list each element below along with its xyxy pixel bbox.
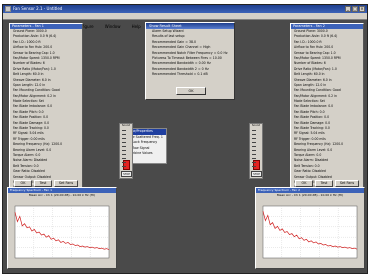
gauge-tick [122, 130, 126, 131]
right-gauge-label: Sound [251, 124, 261, 127]
gauge-tick [122, 166, 126, 167]
minimize-icon[interactable]: _ [345, 6, 351, 12]
maximize-icon[interactable]: □ [352, 6, 358, 12]
dialog-ok-button[interactable]: OK [176, 87, 206, 95]
left-button-row: OK Test Set Fans [14, 180, 78, 187]
gauge-tick [122, 142, 126, 143]
plot-area [262, 205, 358, 259]
left-parameters-panel: Parameters - Fan 1 Ground Plane: 3000.0 P… [9, 23, 83, 191]
gauge-tick [122, 154, 126, 155]
close-icon[interactable]: × [359, 6, 365, 12]
right-spectrum-chart [262, 205, 358, 259]
dialog-line: Recommended Threshold = 0.1 dB [152, 72, 208, 77]
menu-bar: File Edit View Configure Window Help [3, 13, 367, 29]
left-level-gauge: Sound STOP [119, 123, 133, 179]
right-parameter-list: Ground Plane: 3000.0 Production Aisle: 0.… [291, 29, 363, 191]
app-screen: Fan Sensor 2.1 - Untitled _ □ × File Edi… [2, 4, 368, 274]
right-set-fans-button[interactable]: Set Fans [335, 180, 359, 187]
right-ok-button[interactable]: OK [295, 180, 313, 187]
window-title: Fan Sensor 2.1 - Untitled [13, 6, 63, 11]
right-chart-caption: Mean Arc - Ch 1 (20.00 dB) - 10.00 k Hz … [276, 193, 344, 197]
gauge-tick [252, 142, 256, 143]
gauge-tick [122, 158, 126, 159]
left-spectrum-window: Frequency Spectrum - Fan 1 Mean Arc - Ch… [7, 187, 117, 269]
right-parameters-panel: Parameters - Fan 2 Ground Plane: 3000.0 P… [290, 23, 364, 191]
gauge-tick [122, 134, 126, 135]
right-level-gauge: Sound STOP [249, 123, 263, 179]
left-spectrum-chart [14, 205, 110, 259]
left-gauge-label: Sound [121, 124, 131, 127]
menu-help[interactable]: Help [132, 24, 141, 29]
title-bar: Fan Sensor 2.1 - Untitled _ □ × [3, 5, 367, 13]
right-gauge-stop-button[interactable]: STOP [251, 171, 262, 177]
menu-window[interactable]: Window [105, 24, 121, 29]
left-parameter-list: Ground Plane: 3000.0 Production Aisle: 0.… [10, 29, 82, 191]
gauge-tick [122, 146, 126, 147]
gauge-tick [252, 162, 256, 163]
gauge-tick [252, 158, 256, 159]
left-chart-caption: Mean Arc - Ch 1 (20.00 dB) - 10.00 k Hz … [28, 193, 96, 197]
app-icon [5, 6, 11, 12]
gauge-tick [252, 154, 256, 155]
left-ok-button[interactable]: OK [14, 180, 32, 187]
left-gauge-stop-button[interactable]: STOP [121, 171, 132, 177]
gauge-tick [122, 150, 126, 151]
gauge-tick [122, 138, 126, 139]
left-set-fans-button[interactable]: Set Fans [54, 180, 78, 187]
gauge-tick [252, 146, 256, 147]
result-dialog: Show Result Sheet Alarm Setup Wizard Resu… [145, 22, 235, 100]
plot-area [14, 205, 110, 259]
gauge-tick [252, 138, 256, 139]
gauge-tick [252, 150, 256, 151]
gauge-tick [252, 134, 256, 135]
gauge-tick [252, 130, 256, 131]
gauge-tick [252, 166, 256, 167]
right-button-row: OK Test Set Fans [295, 180, 359, 187]
right-spectrum-window: Frequency Spectrum - Fan 2 Mean Arc - Ch… [255, 187, 365, 269]
gauge-tick [122, 162, 126, 163]
right-test-button[interactable]: Test [315, 180, 333, 187]
dialog-body: Alarm Setup Wizard Results of last setup:… [146, 29, 234, 78]
left-test-button[interactable]: Test [34, 180, 52, 187]
